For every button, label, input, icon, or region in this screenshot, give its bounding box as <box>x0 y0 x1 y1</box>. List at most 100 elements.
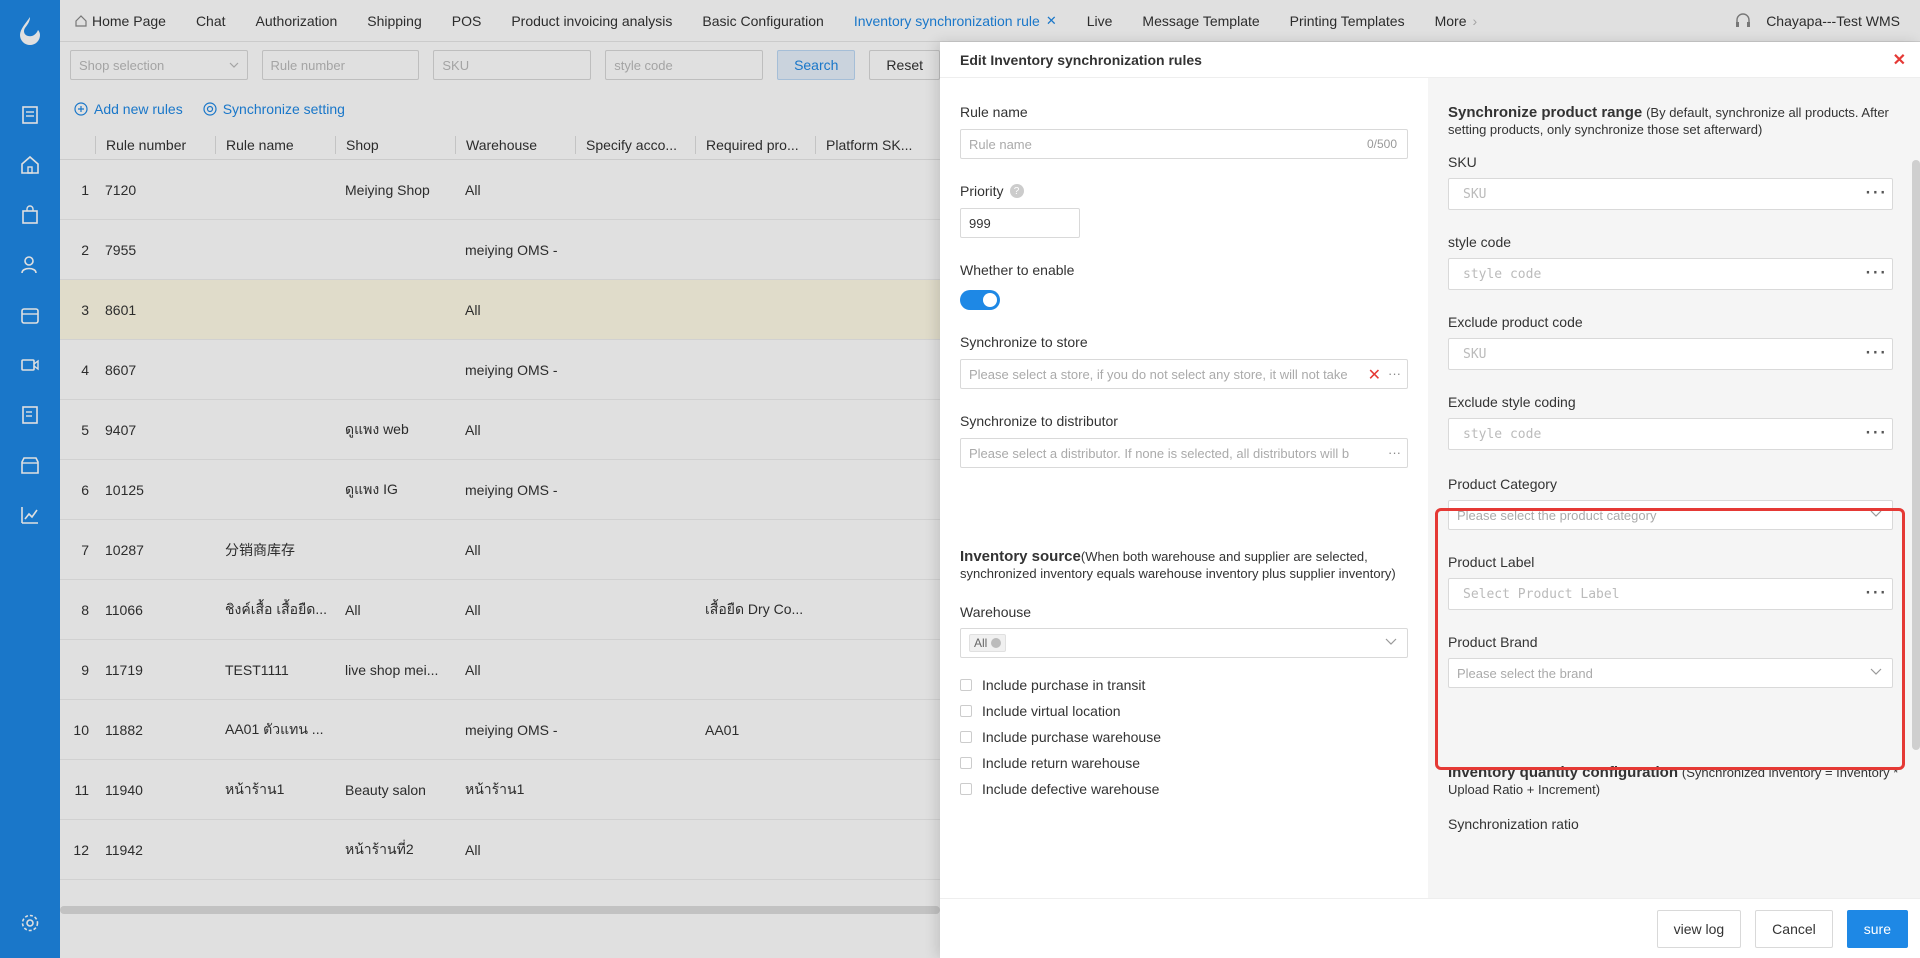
shop-front-icon[interactable] <box>0 440 60 490</box>
priority-input[interactable]: 999 <box>960 208 1080 238</box>
more-icon[interactable]: ··· <box>1864 585 1887 601</box>
product-category-select[interactable]: Please select the product category <box>1448 500 1893 530</box>
more-icon[interactable]: ··· <box>1864 185 1887 201</box>
style-code-textarea[interactable]: style code ··· <box>1448 258 1893 290</box>
more-icon[interactable]: ··· <box>1864 345 1887 361</box>
edit-list-icon[interactable] <box>0 390 60 440</box>
vertical-scrollbar[interactable] <box>1912 160 1920 750</box>
rule-number-input[interactable]: Rule number <box>261 50 420 80</box>
question-icon[interactable]: ? <box>1009 184 1024 198</box>
search-button[interactable]: Search <box>777 50 856 80</box>
checkbox[interactable] <box>960 757 972 769</box>
column-header[interactable]: Required pro... <box>695 135 815 154</box>
sure-button[interactable]: sure <box>1846 909 1908 948</box>
tab-pos[interactable]: POS <box>437 0 497 42</box>
table-row[interactable]: 2 7955 meiying OMS - <box>60 220 940 280</box>
column-header[interactable]: Specify acco... <box>575 135 695 154</box>
rule-name-input[interactable]: Rule name 0/500 <box>960 129 1408 159</box>
more-icon[interactable]: ··· <box>1388 366 1401 381</box>
tab-product-invoicing-analysis[interactable]: Product invoicing analysis <box>496 0 687 42</box>
table-row[interactable]: 9 11719 TEST1111 live shop mei... All <box>60 640 940 700</box>
chevron-down-icon <box>1870 510 1882 517</box>
close-icon[interactable]: ✕ <box>1893 50 1906 70</box>
checkbox[interactable] <box>960 731 972 743</box>
settings-circle-icon <box>203 102 217 116</box>
gear-icon[interactable] <box>0 908 60 938</box>
more-icon[interactable]: ··· <box>1864 425 1887 441</box>
tab-basic-configuration[interactable]: Basic Configuration <box>687 0 838 42</box>
chart-icon[interactable] <box>0 490 60 540</box>
app-logo[interactable] <box>0 0 60 60</box>
table-row[interactable]: 3 8601 All <box>60 280 940 340</box>
close-icon[interactable]: ✕ <box>1046 13 1057 29</box>
tab-inventory-synchronization-rule[interactable]: Inventory synchronization rule ✕ <box>839 0 1072 42</box>
clear-icon[interactable]: ✕ <box>1368 365 1381 385</box>
headset-icon[interactable] <box>1734 12 1752 30</box>
add-new-rules-button[interactable]: Add new rules <box>74 101 183 117</box>
sku-textarea[interactable]: SKU ··· <box>1448 178 1893 210</box>
tab-authorization[interactable]: Authorization <box>241 0 353 42</box>
product-label-select[interactable]: Select Product Label ··· <box>1448 578 1893 610</box>
table-row[interactable]: 8 11066 ชิงค์เสื้อ เสื้อยืด... All All เสื้อย… <box>60 580 940 640</box>
more-icon[interactable]: ··· <box>1864 265 1887 281</box>
distributor-select[interactable]: Please select a distributor. If none is … <box>960 438 1408 468</box>
cell-warehouse: หน้าร้าน1 <box>465 780 525 797</box>
document-icon[interactable] <box>0 90 60 140</box>
exclude-style-coding-textarea[interactable]: style code ··· <box>1448 418 1893 450</box>
more-icon[interactable]: ··· <box>1388 445 1401 460</box>
tab-shipping[interactable]: Shipping <box>352 0 437 42</box>
shop-select[interactable]: Shop selection <box>70 50 248 80</box>
include-virtual-location-checkbox[interactable]: Include virtual location <box>960 698 1408 724</box>
checkbox[interactable] <box>960 705 972 717</box>
exclude-product-code-textarea[interactable]: SKU ··· <box>1448 338 1893 370</box>
reset-button[interactable]: Reset <box>869 50 940 80</box>
column-header[interactable]: Rule number <box>95 135 215 154</box>
video-icon[interactable] <box>0 340 60 390</box>
table-row[interactable]: 4 8607 meiying OMS - <box>60 340 940 400</box>
store-icon[interactable] <box>0 290 60 340</box>
warehouse-tag[interactable]: All <box>969 634 1007 652</box>
cell-warehouse: All <box>465 421 481 438</box>
tab-home-page[interactable]: Home Page <box>60 0 181 42</box>
user-icon[interactable] <box>0 240 60 290</box>
include-defective-warehouse-checkbox[interactable]: Include defective warehouse <box>960 776 1408 802</box>
checkbox[interactable] <box>960 783 972 795</box>
checkbox[interactable] <box>960 679 972 691</box>
table-row[interactable]: 10 11882 AA01 ตัวแทน ... meiying OMS - AA01 <box>60 700 940 760</box>
include-return-warehouse-checkbox[interactable]: Include return warehouse <box>960 750 1408 776</box>
column-header[interactable]: Warehouse <box>455 135 575 154</box>
shopping-bag-icon[interactable] <box>0 190 60 240</box>
cell-warehouse: All <box>465 661 481 678</box>
row-index: 2 <box>81 241 89 258</box>
tab-chat[interactable]: Chat <box>181 0 241 42</box>
view-log-button[interactable]: view log <box>1656 909 1742 948</box>
house-icon[interactable] <box>0 140 60 190</box>
column-header[interactable]: Shop <box>335 135 455 154</box>
warehouse-select[interactable]: All <box>960 628 1408 658</box>
table-row[interactable]: 11 11940 หน้าร้าน1 Beauty salon หน้าร้าน1 <box>60 760 940 820</box>
tab-printing-templates[interactable]: Printing Templates <box>1275 0 1420 42</box>
cancel-button[interactable]: Cancel <box>1755 909 1833 948</box>
sku-input[interactable]: SKU <box>433 50 592 80</box>
enable-toggle[interactable] <box>960 290 1000 310</box>
product-brand-select[interactable]: Please select the brand <box>1448 658 1893 688</box>
include-purchase-in-transit-checkbox[interactable]: Include purchase in transit <box>960 672 1408 698</box>
tab-live[interactable]: Live <box>1072 0 1128 42</box>
table-row[interactable]: 1 7120 Meiying Shop All <box>60 160 940 220</box>
synchronize-setting-button[interactable]: Synchronize setting <box>203 101 345 117</box>
cell-warehouse: meiying OMS - <box>465 721 558 738</box>
tab-more[interactable]: More › <box>1420 0 1493 42</box>
table-row[interactable]: 12 11942 หน้าร้านที่2 All <box>60 820 940 880</box>
include-purchase-warehouse-checkbox[interactable]: Include purchase warehouse <box>960 724 1408 750</box>
tab-message-template[interactable]: Message Template <box>1127 0 1274 42</box>
user-menu[interactable]: Chayapa---Test WMS <box>1734 0 1900 42</box>
column-header[interactable]: Platform SK... <box>815 135 935 154</box>
column-header[interactable]: Rule name <box>215 135 335 154</box>
style-code-input[interactable]: style code <box>605 50 764 80</box>
table-row[interactable]: 6 10125 ดูแพง IG meiying OMS - <box>60 460 940 520</box>
horizontal-scrollbar[interactable] <box>60 906 940 914</box>
table-row[interactable]: 5 9407 ดูแพง web All <box>60 400 940 460</box>
store-select[interactable]: Please select a store, if you do not sel… <box>960 359 1408 389</box>
table-row[interactable]: 7 10287 分销商库存 All <box>60 520 940 580</box>
tag-remove-icon[interactable] <box>991 638 1002 648</box>
